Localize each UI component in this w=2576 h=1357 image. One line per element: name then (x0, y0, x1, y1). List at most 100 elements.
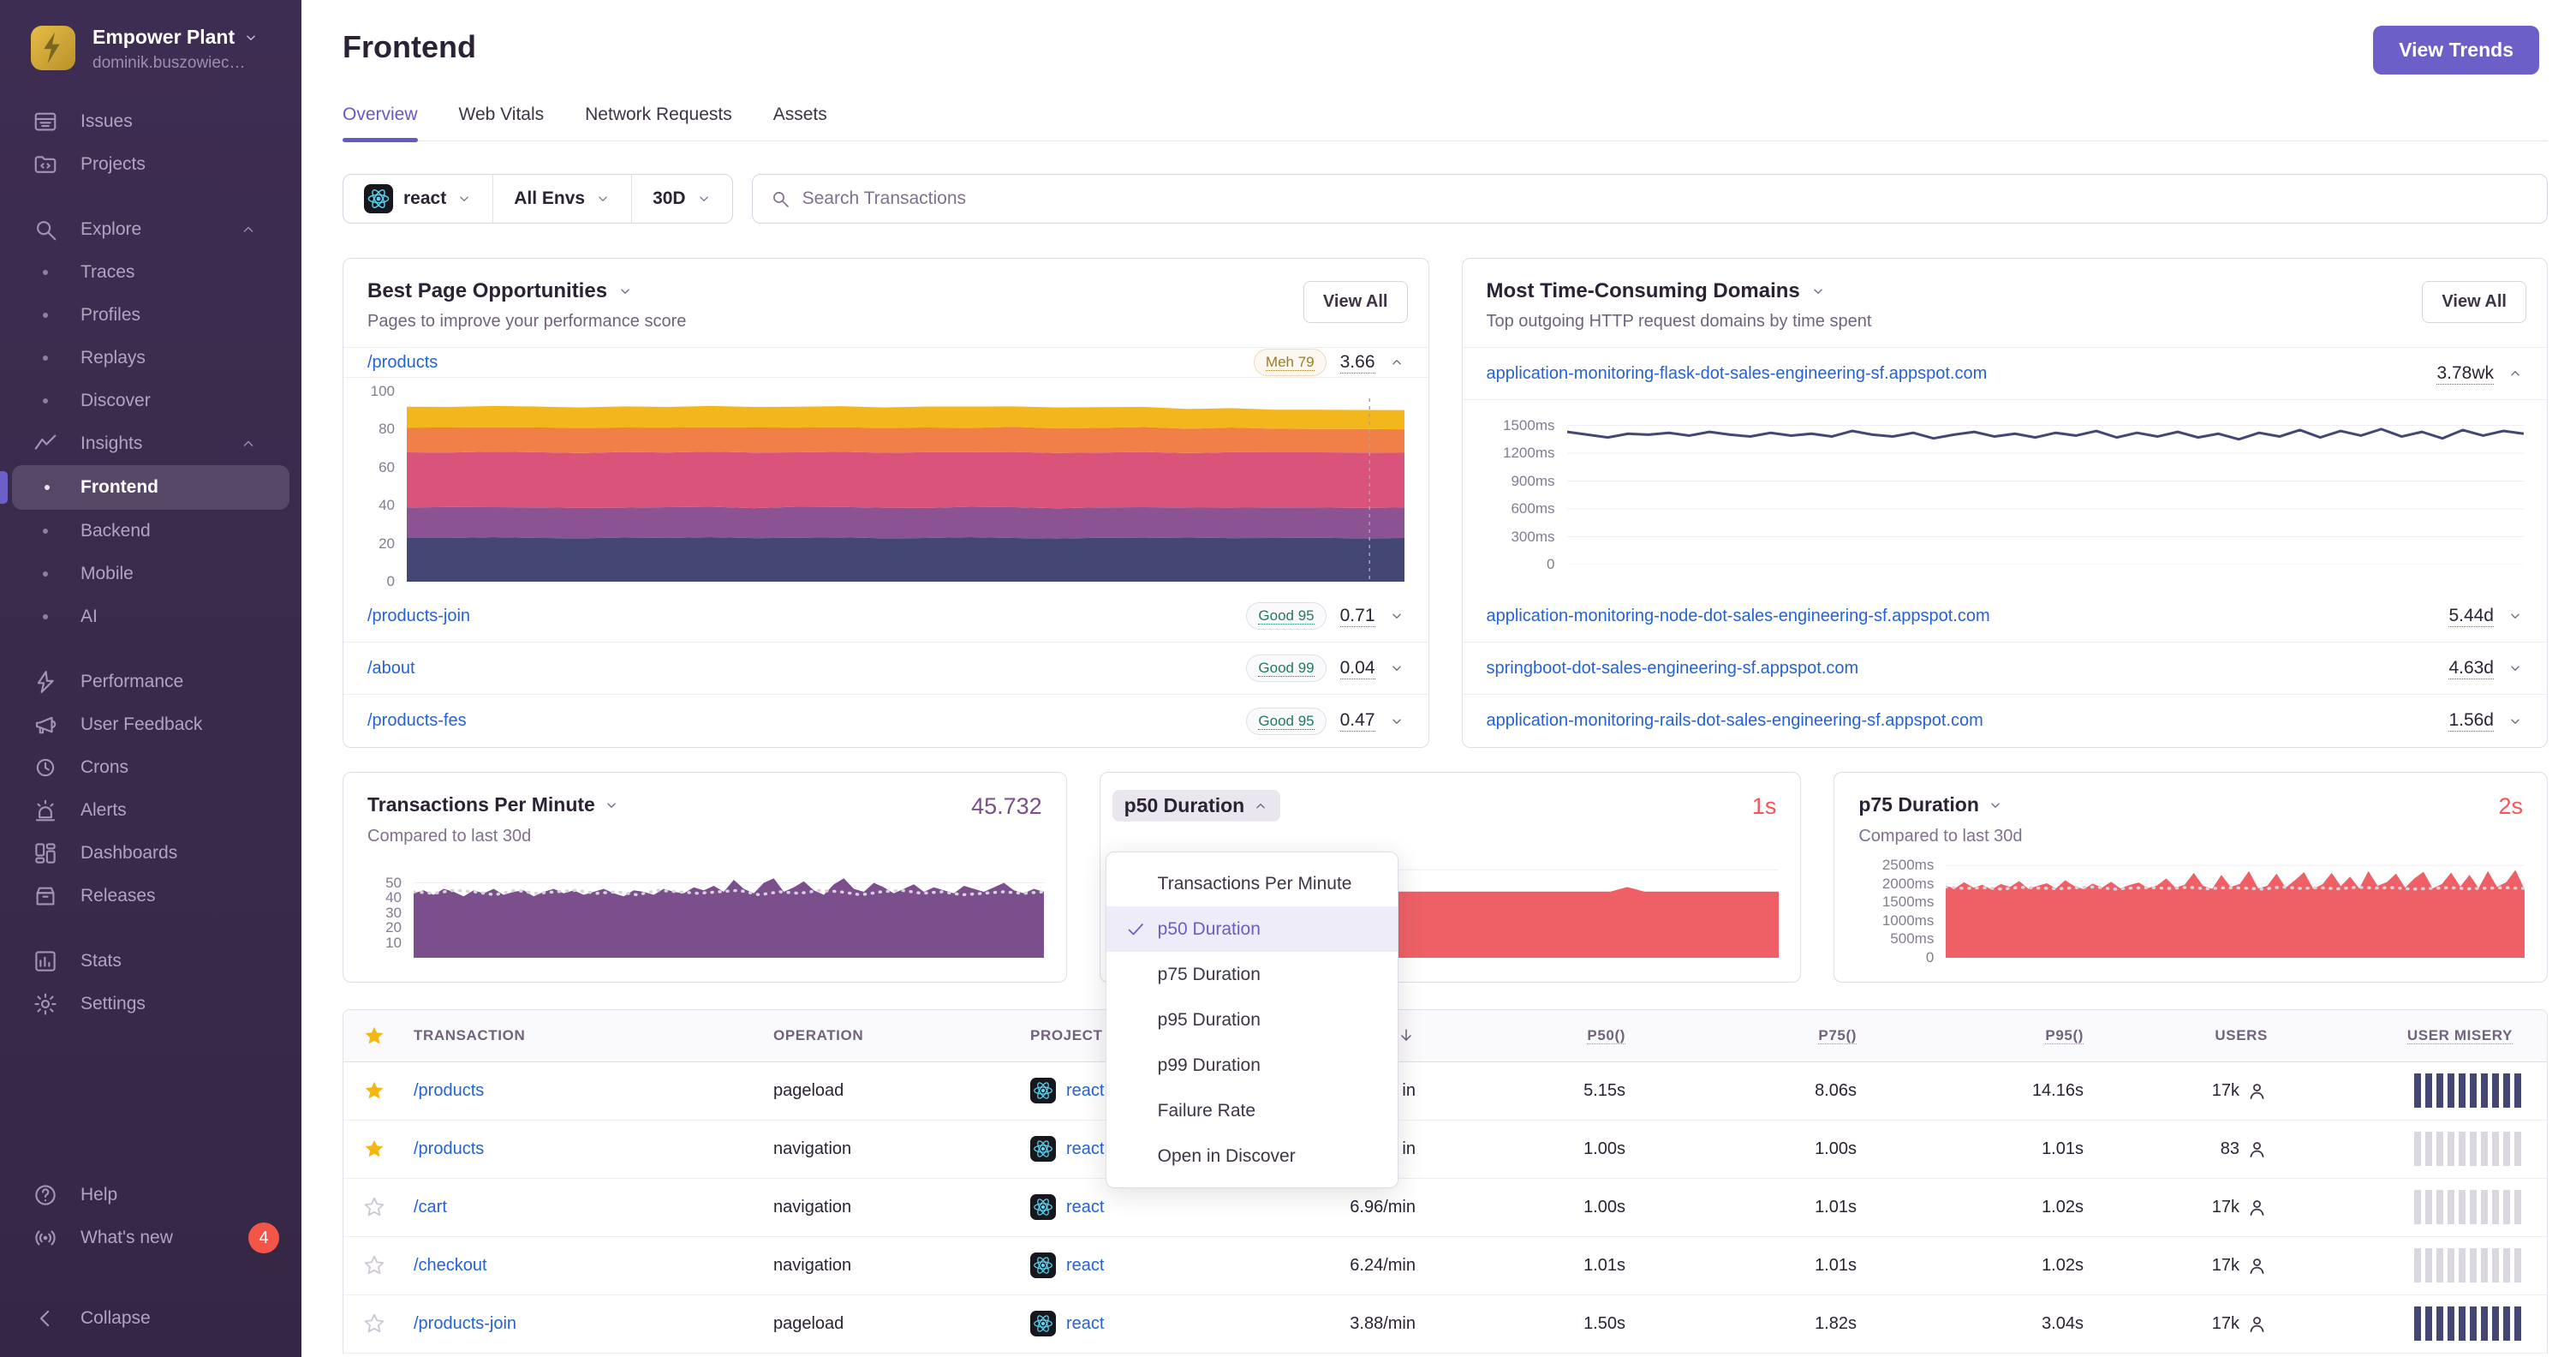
column-header-p50-[interactable]: P50() (1424, 1010, 1634, 1062)
domain-row-expanded[interactable]: application-monitoring-flask-dot-sales-e… (1462, 348, 2547, 400)
sidebar-item-insights[interactable]: Insights (0, 422, 301, 465)
tab-web-vitals[interactable]: Web Vitals (459, 105, 545, 140)
tab-overview[interactable]: Overview (343, 105, 418, 142)
sidebar-item-traces[interactable]: Traces (0, 251, 301, 294)
page-row-expanded[interactable]: /products Meh 79 3.66 (343, 348, 1428, 378)
sidebar-item-stats[interactable]: Stats (0, 940, 301, 983)
star-cell[interactable] (343, 1294, 405, 1354)
tpm-panel: Transactions Per Minute 45.732 Compared … (343, 772, 1067, 983)
insights-icon (33, 431, 58, 457)
sidebar-item-releases[interactable]: Releases (0, 875, 301, 918)
view-all-button[interactable]: View All (1303, 281, 1408, 323)
menu-item-transactions-per-minute[interactable]: Transactions Per Minute (1106, 861, 1398, 906)
chevron-up-icon[interactable] (2507, 366, 2523, 381)
project-link[interactable]: react (1066, 1256, 1104, 1276)
sidebar-item-alerts[interactable]: Alerts (0, 789, 301, 832)
column-header-p75-[interactable]: P75() (1634, 1010, 1865, 1062)
column-header-transaction[interactable]: TRANSACTION (405, 1010, 765, 1062)
environment-filter[interactable]: All Envs (492, 175, 631, 223)
sidebar-item-help[interactable]: Help (0, 1174, 301, 1217)
star-cell[interactable] (343, 1236, 405, 1295)
menu-item-p95-duration[interactable]: p95 Duration (1106, 997, 1398, 1043)
domain-row[interactable]: application-monitoring-node-dot-sales-en… (1462, 590, 2547, 643)
sidebar-item-explore[interactable]: Explore (0, 208, 301, 251)
sidebar-item-backend[interactable]: Backend (0, 510, 301, 553)
axis-tick-label: 60 (379, 458, 395, 475)
column-header-operation[interactable]: OPERATION (765, 1010, 1022, 1062)
sidebar-item-frontend[interactable]: Frontend (0, 465, 289, 510)
menu-item-p50-duration[interactable]: p50 Duration (1106, 906, 1398, 952)
panel-title[interactable]: p75 Duration (1858, 793, 1979, 816)
menu-item-label: Transactions Per Minute (1157, 873, 1352, 894)
sidebar-item-crons[interactable]: Crons (0, 746, 301, 789)
menu-item-p99-duration[interactable]: p99 Duration (1106, 1043, 1398, 1088)
sidebar-item-projects[interactable]: Projects (0, 143, 301, 186)
users: 17k (2212, 1080, 2268, 1102)
column-header-p95-[interactable]: P95() (1865, 1010, 2092, 1062)
tab-network-requests[interactable]: Network Requests (585, 105, 732, 140)
sidebar-item-user-feedback[interactable]: User Feedback (0, 703, 301, 746)
domain-row[interactable]: springboot-dot-sales-engineering-sf.apps… (1462, 643, 2547, 695)
page-row[interactable]: /products-fes Good 95 0.47 (343, 695, 1428, 747)
domain-link[interactable]: springboot-dot-sales-engineering-sf.apps… (1487, 659, 1859, 678)
domain-link[interactable]: application-monitoring-rails-dot-sales-e… (1487, 711, 1983, 731)
sidebar-item-mobile[interactable]: Mobile (0, 553, 301, 595)
project-link[interactable]: react (1066, 1081, 1104, 1101)
sidebar-item-settings[interactable]: Settings (0, 983, 301, 1025)
sidebar-item-discover[interactable]: Discover (0, 380, 301, 422)
project-filter[interactable]: react (343, 175, 492, 223)
tab-assets[interactable]: Assets (773, 105, 827, 140)
menu-item-failure-rate[interactable]: Failure Rate (1106, 1088, 1398, 1133)
sidebar-item-performance[interactable]: Performance (0, 661, 301, 703)
menu-item-p75-duration[interactable]: p75 Duration (1106, 952, 1398, 997)
sidebar-item-what-s-new[interactable]: What's new 4 (0, 1217, 301, 1259)
transaction-link[interactable]: /products-join (414, 1314, 516, 1333)
panel-title[interactable]: Most Time-Consuming Domains (1487, 279, 1800, 303)
transaction-link[interactable]: /products (414, 1139, 484, 1158)
chevron-down-icon (1389, 608, 1404, 624)
panel-title[interactable]: Best Page Opportunities (367, 279, 607, 303)
project-link[interactable]: react (1066, 1314, 1104, 1334)
view-all-button[interactable]: View All (2422, 281, 2526, 323)
menu-item-open-in-discover[interactable]: Open in Discover (1106, 1133, 1398, 1179)
star-cell[interactable] (343, 1061, 405, 1121)
view-trends-button[interactable]: View Trends (2373, 26, 2539, 75)
domain-link[interactable]: application-monitoring-node-dot-sales-en… (1487, 607, 1990, 626)
most-time-consuming-domains-panel: Most Time-Consuming Domains Top outgoing… (1461, 258, 2548, 748)
sidebar-item-profiles[interactable]: Profiles (0, 294, 301, 337)
chevron-down-icon (595, 191, 611, 206)
lightning-icon (33, 669, 58, 695)
sidebar-item-dashboards[interactable]: Dashboards (0, 832, 301, 875)
transaction-link[interactable]: /products (414, 1081, 484, 1100)
domain-link[interactable]: application-monitoring-flask-dot-sales-e… (1487, 364, 1988, 384)
project-link[interactable]: react (1066, 1139, 1104, 1159)
date-range-filter[interactable]: 30D (631, 175, 732, 223)
axis-tick-label: 1500ms (1881, 894, 1935, 911)
page-link[interactable]: /products-fes (367, 711, 467, 731)
domain-row[interactable]: application-monitoring-rails-dot-sales-e… (1463, 695, 2548, 747)
panel-title[interactable]: Transactions Per Minute (367, 793, 595, 816)
page-link[interactable]: /products-join (367, 607, 470, 626)
environment-filter-label: All Envs (514, 188, 586, 208)
chevron-up-icon[interactable] (1389, 355, 1404, 370)
search-input[interactable] (802, 188, 2530, 209)
metric-selector-button[interactable]: p50 Duration (1112, 790, 1281, 822)
sidebar-item-issues[interactable]: Issues (0, 100, 301, 143)
star-cell[interactable] (343, 1178, 405, 1237)
transaction-link[interactable]: /checkout (414, 1256, 487, 1275)
column-header-users[interactable]: USERS (2092, 1010, 2276, 1062)
page-row[interactable]: /about Good 99 0.04 (343, 643, 1428, 695)
page-link[interactable]: /products (367, 353, 438, 373)
sidebar-collapse-button[interactable]: Collapse (0, 1297, 301, 1340)
sidebar-item-ai[interactable]: AI (0, 595, 301, 638)
org-switcher[interactable]: Empower Plant dominik.buszowiec… (0, 0, 301, 81)
sidebar-item-replays[interactable]: Replays (0, 337, 301, 380)
column-header-user-misery[interactable]: USER MISERY (2276, 1010, 2547, 1062)
page-link[interactable]: /about (367, 659, 415, 678)
page-row[interactable]: /products-join Good 95 0.71 (343, 590, 1428, 643)
project-cell: react (1022, 1294, 1279, 1354)
star-cell[interactable] (343, 1120, 405, 1179)
transaction-link[interactable]: /cart (414, 1198, 447, 1217)
project-link[interactable]: react (1066, 1198, 1104, 1217)
project: react (1030, 1311, 1270, 1336)
